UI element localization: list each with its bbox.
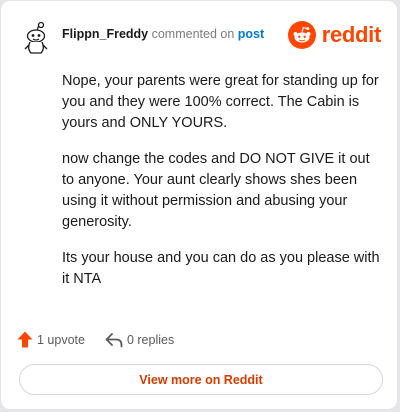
replies-count: 0 replies xyxy=(126,332,175,347)
comment-paragraph: Its your house and you can do as you ple… xyxy=(62,250,380,287)
upvote-count: 1 upvote xyxy=(37,332,85,347)
post-link[interactable]: post xyxy=(238,27,264,41)
upvote-arrow-icon xyxy=(17,331,33,348)
comment-body: Nope, your parents were great for standi… xyxy=(62,71,382,305)
view-more-button[interactable]: View more on Reddit xyxy=(19,364,383,395)
username[interactable]: Flippn_Freddy xyxy=(62,27,148,41)
avatar-icon[interactable] xyxy=(19,19,55,55)
reddit-logo-icon xyxy=(287,21,316,49)
action-text: commented on xyxy=(151,27,235,41)
comment-paragraph: Nope, your parents were great for standi… xyxy=(62,73,379,131)
reddit-wordmark: reddit xyxy=(321,22,382,47)
comment-header: Flippn_Freddy commented on post reddit xyxy=(19,19,382,55)
reddit-comment-embed: Flippn_Freddy commented on post reddit N… xyxy=(0,0,398,410)
comment-meta: Flippn_Freddy commented on post xyxy=(62,27,264,41)
comment-paragraph: now change the codes and DO NOT GIVE it … xyxy=(62,151,370,230)
reddit-brand[interactable]: reddit xyxy=(287,21,382,49)
reply-arrow-icon xyxy=(105,332,123,347)
upvote-button[interactable]: 1 upvote xyxy=(17,331,85,348)
replies-button[interactable]: 0 replies xyxy=(105,332,174,348)
comment-actions: 1 upvote 0 replies xyxy=(17,331,174,348)
